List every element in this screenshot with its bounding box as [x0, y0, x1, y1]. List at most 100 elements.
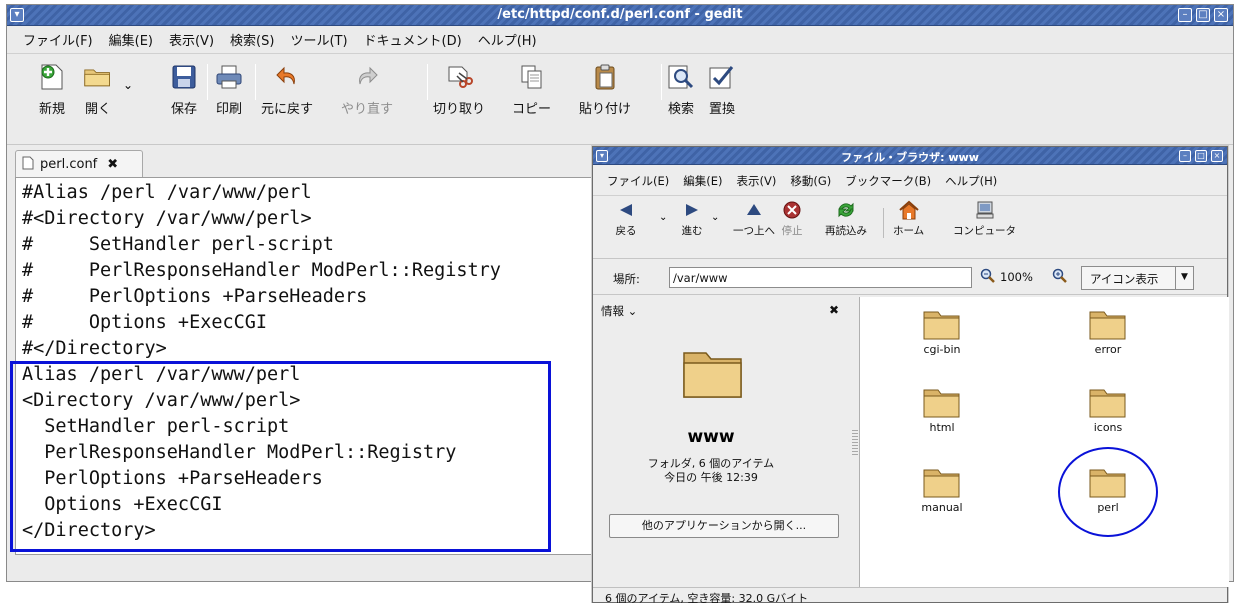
- computer-button[interactable]: コンピュータ: [953, 199, 1016, 238]
- code-line: # SetHandler perl-script: [22, 234, 334, 255]
- chevron-down-icon: ▼: [1175, 267, 1193, 289]
- folder-modified-time: 今日の 午後 12:39: [664, 471, 758, 484]
- toolbar-separator: [207, 64, 208, 100]
- folder-icon: [923, 469, 960, 498]
- minimize-icon[interactable]: –: [1178, 8, 1192, 22]
- home-button[interactable]: ホーム: [893, 199, 924, 238]
- tab-perl-conf[interactable]: perl.conf ✖: [15, 150, 143, 178]
- close-icon[interactable]: ×: [1214, 8, 1228, 22]
- menu-documents[interactable]: ドキュメント(D): [364, 30, 462, 49]
- open-dropdown-icon[interactable]: ⌄: [123, 78, 133, 92]
- gedit-menubar: ファイル(F) 編集(E) 表示(V) 検索(S) ツール(T) ドキュメント(…: [7, 27, 1233, 51]
- minimize-icon[interactable]: –: [1179, 150, 1191, 162]
- location-label: 場所:: [613, 272, 640, 286]
- computer-icon: [974, 199, 996, 221]
- highlight-box: [10, 361, 551, 552]
- code-line: # PerlOptions +ParseHeaders: [22, 286, 368, 307]
- document-icon: [22, 156, 34, 174]
- up-arrow-icon: [743, 199, 765, 221]
- folder-icon: [1089, 311, 1126, 340]
- menu-go[interactable]: 移動(G): [790, 173, 831, 189]
- menu-help[interactable]: ヘルプ(H): [478, 30, 537, 49]
- undo-arrow-icon: [272, 62, 302, 92]
- gedit-toolbar: 新規 開く ⌄ 保存 印刷 元に戻す やり直す 切り取り コピー 貼り付け 検索…: [7, 53, 1233, 145]
- zoom-out-icon[interactable]: [980, 268, 996, 288]
- gedit-titlebar: ▾ /etc/httpd/conf.d/perl.conf - gedit – …: [7, 5, 1233, 26]
- reload-button[interactable]: 再読込み: [825, 199, 867, 238]
- open-folder-icon: [83, 62, 113, 92]
- zoom-in-icon[interactable]: [1052, 268, 1068, 288]
- info-sidepane: 情報 ⌄ ✖ www フォルダ, 6 個のアイテム 今日の 午後 12:39 他…: [601, 299, 849, 586]
- folder-item[interactable]: html: [900, 385, 984, 434]
- folder-icon: [923, 311, 960, 340]
- sidepane-close-icon[interactable]: ✖: [829, 303, 839, 317]
- menu-view[interactable]: 表示(V): [169, 30, 214, 49]
- code-line: # Options +ExecCGI: [22, 312, 268, 333]
- paste-button[interactable]: 貼り付け: [579, 62, 631, 117]
- redo-arrow-icon: [352, 62, 382, 92]
- save-disk-icon: [169, 62, 199, 92]
- find-magnifier-icon: [666, 62, 696, 92]
- menu-edit[interactable]: 編集(E): [683, 173, 722, 189]
- browser-title: ファイル・ブラウザ: www: [841, 151, 979, 164]
- toolbar-separator: [427, 64, 428, 100]
- redo-button[interactable]: やり直す: [341, 62, 393, 117]
- menu-help[interactable]: ヘルプ(H): [945, 173, 997, 189]
- maximize-icon[interactable]: □: [1196, 8, 1210, 22]
- zoom-level[interactable]: 100%: [1000, 270, 1033, 284]
- maximize-icon[interactable]: □: [1195, 150, 1207, 162]
- code-line: #</Directory>: [22, 338, 167, 359]
- tab-close-icon[interactable]: ✖: [107, 157, 118, 172]
- location-input[interactable]: /var/www: [669, 267, 972, 288]
- forward-button[interactable]: 進む: [681, 199, 703, 238]
- copy-pages-icon: [517, 62, 547, 92]
- toolbar-separator: [255, 64, 256, 100]
- new-button[interactable]: 新規: [37, 62, 67, 117]
- up-button[interactable]: 一つ上へ: [733, 199, 775, 238]
- forward-dropdown-icon[interactable]: ⌄: [711, 212, 719, 223]
- browser-titlebar: ▾ ファイル・ブラウザ: www – □ ×: [593, 147, 1227, 165]
- cut-button[interactable]: 切り取り: [433, 62, 485, 117]
- back-button[interactable]: 戻る: [615, 199, 637, 238]
- menu-file[interactable]: ファイル(E): [607, 173, 669, 189]
- print-button[interactable]: 印刷: [214, 62, 244, 117]
- tab-label: perl.conf: [40, 157, 98, 172]
- window-title: /etc/httpd/conf.d/perl.conf - gedit: [497, 7, 743, 22]
- file-icon-view[interactable]: cgi-bin error html icons manual perl: [859, 297, 1229, 587]
- forward-arrow-icon: [681, 199, 703, 221]
- back-dropdown-icon[interactable]: ⌄: [659, 212, 667, 223]
- sidepane-header[interactable]: 情報 ⌄: [601, 303, 637, 319]
- menu-view[interactable]: 表示(V): [737, 173, 777, 189]
- cut-scissors-icon: [444, 62, 474, 92]
- menu-file[interactable]: ファイル(F): [23, 30, 93, 49]
- find-button[interactable]: 検索: [666, 62, 696, 117]
- open-with-button[interactable]: 他のアプリケーションから開く...: [609, 514, 839, 538]
- pane-resize-handle[interactable]: [852, 429, 858, 455]
- open-button[interactable]: 開く: [83, 62, 113, 117]
- back-arrow-icon: [615, 199, 637, 221]
- folder-item[interactable]: cgi-bin: [900, 307, 984, 356]
- menu-tools[interactable]: ツール(T): [290, 30, 347, 49]
- replace-button[interactable]: 置換: [707, 62, 737, 117]
- new-document-icon: [37, 62, 67, 92]
- close-icon[interactable]: ×: [1211, 150, 1223, 162]
- folder-large-icon: [681, 345, 745, 405]
- replace-check-icon: [707, 62, 737, 92]
- folder-item[interactable]: icons: [1066, 385, 1150, 434]
- menu-edit[interactable]: 編集(E): [109, 30, 153, 49]
- view-mode-select[interactable]: アイコン表示 ▼: [1081, 266, 1194, 290]
- highlight-circle: [1058, 447, 1158, 537]
- folder-name: www: [687, 427, 735, 447]
- code-line: #Alias /perl /var/www/perl: [22, 182, 312, 203]
- folder-icon: [1089, 389, 1126, 418]
- toolbar-separator: [661, 64, 662, 100]
- stop-button[interactable]: 停止: [781, 199, 803, 238]
- menu-bookmarks[interactable]: ブックマーク(B): [845, 173, 931, 189]
- menu-search[interactable]: 検索(S): [230, 30, 274, 49]
- undo-button[interactable]: 元に戻す: [261, 62, 313, 117]
- file-browser-window: ▾ ファイル・ブラウザ: www – □ × ファイル(E) 編集(E) 表示(…: [592, 146, 1229, 603]
- folder-item[interactable]: manual: [900, 465, 984, 514]
- save-button[interactable]: 保存: [169, 62, 199, 117]
- folder-item[interactable]: error: [1066, 307, 1150, 356]
- copy-button[interactable]: コピー: [512, 62, 551, 117]
